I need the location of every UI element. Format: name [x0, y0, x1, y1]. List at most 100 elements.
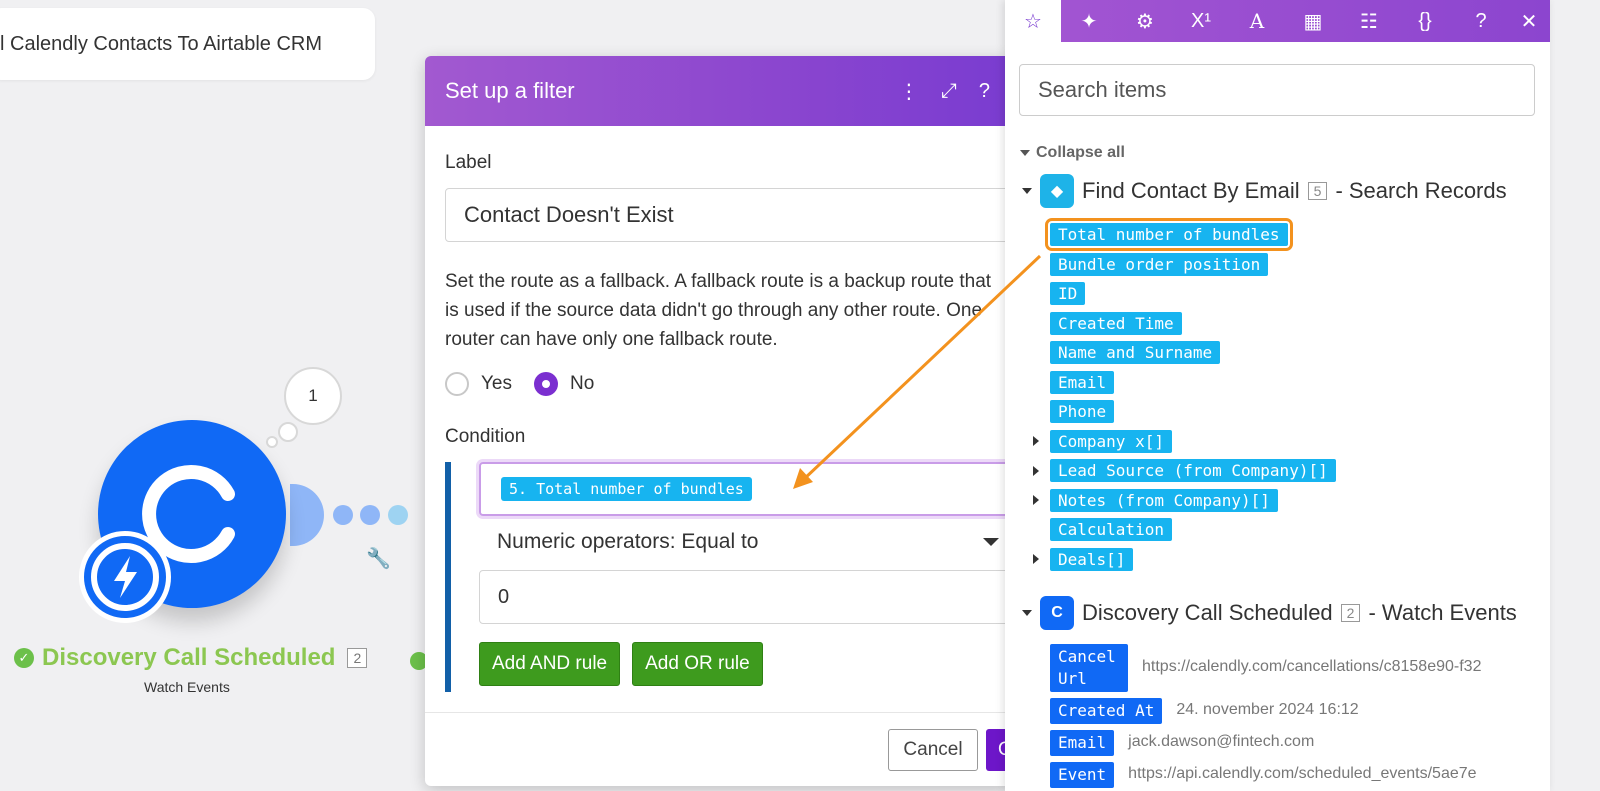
expand-icon[interactable]: ⤢ — [941, 80, 957, 103]
dialog-title: Set up a filter — [445, 78, 575, 103]
add-or-rule-button[interactable]: Add OR rule — [632, 642, 763, 686]
bundle-count-bubble[interactable]: 1 — [284, 367, 342, 425]
instant-trigger-badge — [79, 531, 171, 623]
lightning-icon — [91, 543, 159, 611]
tab-custom-functions[interactable]: {} — [1397, 0, 1453, 42]
mapping-tabs: ☆ ✦ ⚙ X¹ A ▦ ☷ {} ? ✕ — [1005, 0, 1550, 42]
radio-no-label: No — [570, 373, 595, 394]
label-caption: Label — [445, 152, 492, 173]
tab-math-functions[interactable]: X¹ — [1173, 0, 1229, 42]
expand-group-icon — [1022, 188, 1032, 194]
group-suffix: - Search Records — [1335, 178, 1507, 203]
module-name: Discovery Call Scheduled — [42, 644, 336, 671]
module-app-action: Watch Events — [144, 679, 230, 695]
item-name-surname[interactable]: Name and Surname — [1050, 341, 1221, 365]
item-cancel-url[interactable]: Cancel Url — [1050, 644, 1128, 692]
expand-item-icon[interactable] — [1033, 465, 1039, 476]
tab-text-functions[interactable]: A — [1229, 0, 1285, 42]
cancel-button[interactable]: Cancel — [888, 729, 978, 771]
more-options-icon[interactable]: ⋮ — [899, 79, 919, 104]
item-created-at[interactable]: Created At — [1050, 698, 1163, 724]
group-badge: 5 — [1307, 182, 1328, 200]
item-phone[interactable]: Phone — [1050, 400, 1115, 424]
item-lead-source[interactable]: Lead Source (from Company)[] — [1050, 459, 1336, 483]
calendar-icon: ▦ — [1303, 10, 1323, 33]
item-calculation[interactable]: Calculation — [1050, 518, 1172, 542]
operator-select[interactable]: Numeric operators: Equal to — [479, 516, 999, 568]
group-discovery-call[interactable]: C Discovery Call Scheduled 2 - Watch Eve… — [1022, 596, 1550, 630]
dialog-header: Set up a filter ⋮ ⤢ ? — [425, 56, 1010, 126]
radio-no[interactable]: No — [534, 372, 594, 396]
condition-value-input[interactable]: 0 — [479, 570, 1009, 624]
tab-favorites[interactable]: ☆ — [1005, 0, 1061, 42]
radio-yes-label: Yes — [481, 373, 512, 394]
item-email[interactable]: Email — [1050, 730, 1115, 756]
connector-dot — [333, 505, 353, 525]
tab-general-functions[interactable]: ⚙ — [1117, 0, 1173, 42]
group-find-contact[interactable]: ◆ Find Contact By Email 5 - Search Recor… — [1022, 174, 1550, 208]
radio-no-circle[interactable] — [534, 372, 558, 396]
scenario-title[interactable]: l Calendly Contacts To Airtable CRM — [0, 8, 375, 80]
braces-icon: {} — [1418, 9, 1432, 32]
module-label: ✓ Discovery Call Scheduled 2 — [14, 644, 368, 672]
text-icon: A — [1249, 9, 1265, 33]
radio-yes-circle[interactable] — [445, 372, 469, 396]
mapping-panel: ☆ ✦ ⚙ X¹ A ▦ ☷ {} ? ✕ Search items Colla… — [1005, 0, 1550, 791]
collapse-all-label: Collapse all — [1036, 144, 1125, 161]
item-event[interactable]: Event — [1050, 762, 1115, 788]
item-bundle-order[interactable]: Bundle order position — [1050, 252, 1269, 276]
help-icon: ? — [1475, 9, 1487, 32]
list-item: Event https://api.calendly.com/scheduled… — [1050, 762, 1550, 788]
group-discovery-call-items: Cancel Url https://calendly.com/cancella… — [1050, 644, 1550, 788]
item-value: https://api.calendly.com/scheduled_event… — [1128, 765, 1477, 782]
calendly-icon: C — [1040, 596, 1074, 630]
module-number-badge: 2 — [347, 648, 368, 668]
expand-item-icon[interactable] — [1033, 495, 1039, 506]
condition-block: 5. Total number of bundles Numeric opera… — [445, 462, 1009, 692]
item-company[interactable]: Company x[] — [1050, 429, 1172, 453]
condition-caption: Condition — [445, 426, 526, 447]
table-icon: ☷ — [1360, 10, 1378, 33]
close-icon: ✕ — [1520, 10, 1538, 33]
item-total-bundles[interactable]: Total number of bundles — [1045, 218, 1293, 252]
connector-dot — [388, 505, 408, 525]
collapse-all-button[interactable]: Collapse all — [1020, 144, 1550, 162]
item-created-time[interactable]: Created Time — [1050, 311, 1182, 335]
expand-item-icon[interactable] — [1033, 554, 1039, 565]
close-panel-button[interactable]: ✕ — [1509, 0, 1549, 42]
star-icon: ☆ — [1024, 10, 1042, 33]
expand-item-icon[interactable] — [1033, 436, 1039, 447]
fallback-radio-group: Yes No — [445, 372, 990, 396]
dialog-footer: Cancel O — [425, 712, 1010, 786]
add-and-rule-button[interactable]: Add AND rule — [479, 642, 621, 686]
search-input[interactable]: Search items — [1019, 64, 1535, 116]
tab-ai[interactable]: ✦ — [1061, 0, 1117, 42]
module-connector-half[interactable] — [290, 484, 324, 546]
connector-dot — [360, 505, 380, 525]
condition-operand-input[interactable]: 5. Total number of bundles — [479, 462, 1009, 516]
item-value: https://calendly.com/cancellations/c8158… — [1142, 658, 1482, 675]
fallback-help-text: Set the route as a fallback. A fallback … — [445, 271, 992, 350]
tab-date-functions[interactable]: ▦ — [1285, 0, 1341, 42]
expand-group-icon — [1022, 610, 1032, 616]
superscript-icon: X¹ — [1191, 9, 1211, 32]
help-icon[interactable]: ? — [979, 80, 990, 103]
group-name: Find Contact By Email — [1082, 178, 1300, 203]
list-item: Created At 24. november 2024 16:12 — [1050, 698, 1550, 724]
success-check-icon: ✓ — [14, 648, 34, 668]
radio-yes[interactable]: Yes — [445, 372, 512, 396]
tab-help[interactable]: ? — [1453, 0, 1509, 42]
group-suffix: - Watch Events — [1368, 600, 1517, 625]
operator-value: Numeric operators: Equal to — [497, 530, 759, 553]
wrench-icon[interactable]: 🔧 — [366, 546, 391, 571]
item-deals[interactable]: Deals[] — [1050, 547, 1134, 571]
group-find-contact-items: Total number of bundles Bundle order pos… — [1033, 218, 1550, 574]
item-notes[interactable]: Notes (from Company)[] — [1050, 488, 1278, 512]
gear-icon: ⚙ — [1136, 10, 1154, 33]
label-input[interactable]: Contact Doesn't Exist — [445, 188, 1010, 242]
item-id[interactable]: ID — [1050, 282, 1086, 306]
item-email[interactable]: Email — [1050, 370, 1115, 394]
condition-tag[interactable]: 5. Total number of bundles — [501, 477, 752, 501]
tab-array-functions[interactable]: ☷ — [1341, 0, 1397, 42]
group-name: Discovery Call Scheduled — [1082, 600, 1333, 625]
